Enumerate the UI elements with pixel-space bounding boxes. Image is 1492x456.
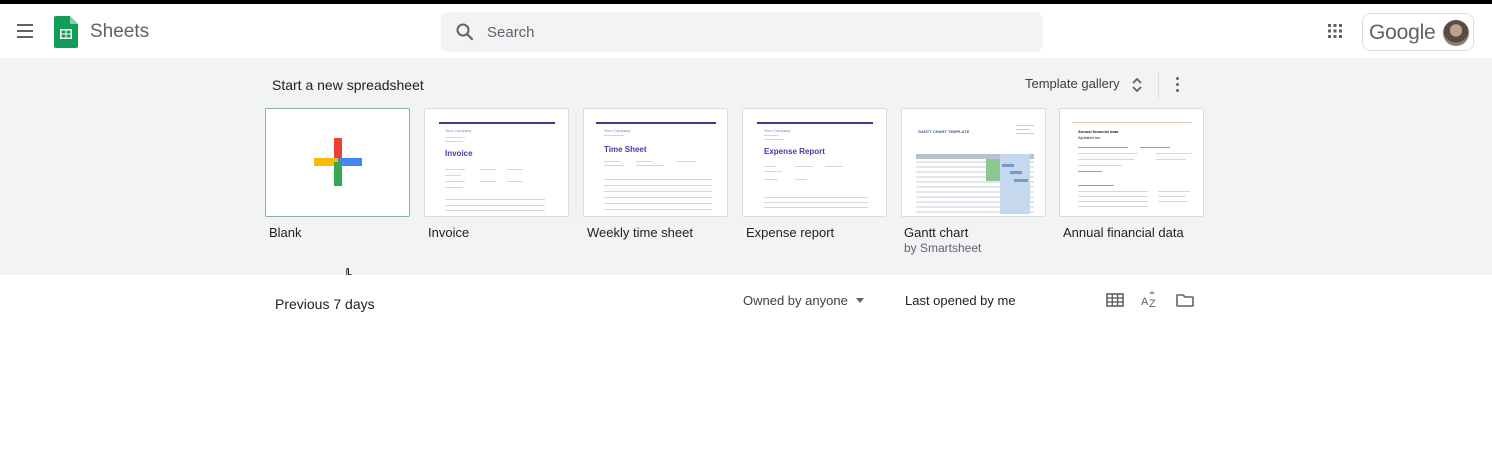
google-account-label: Google bbox=[1369, 21, 1436, 44]
preview-title: Time Sheet bbox=[604, 145, 647, 154]
section-title: Previous 7 days bbox=[275, 296, 375, 312]
template-label[interactable]: Blank bbox=[269, 225, 302, 240]
gantt-preview-icon bbox=[916, 125, 1034, 214]
preview-title: Expense Report bbox=[764, 147, 825, 156]
file-list-header: Previous 7 days Owned by anyone Last ope… bbox=[0, 275, 1492, 331]
template-label[interactable]: Expense report bbox=[746, 225, 834, 240]
preview-company: Your Company bbox=[764, 128, 791, 133]
template-weekly-time-sheet[interactable]: Your Company Time Sheet bbox=[583, 108, 728, 217]
sheets-logo-icon[interactable] bbox=[54, 16, 78, 48]
main-menu-button[interactable] bbox=[14, 20, 38, 42]
preview-title: Invoice bbox=[445, 149, 473, 158]
template-subtitle: by Smartsheet bbox=[904, 241, 982, 255]
apps-grid-icon[interactable] bbox=[1324, 20, 1346, 42]
preview-company: Your Company bbox=[604, 128, 631, 133]
svg-text:Z: Z bbox=[1149, 298, 1156, 310]
chevron-down-icon bbox=[855, 298, 864, 303]
app-title[interactable]: Sheets bbox=[90, 21, 149, 43]
svg-text:A: A bbox=[1141, 296, 1149, 308]
divider bbox=[1158, 72, 1159, 98]
template-gantt-chart[interactable]: GANTT CHART TEMPLATE bbox=[901, 108, 1046, 217]
preview-title: Annual financial data bbox=[1078, 129, 1119, 134]
grid-view-icon[interactable] bbox=[1105, 290, 1125, 310]
search-icon[interactable] bbox=[455, 22, 475, 42]
sort-az-icon[interactable]: A Z bbox=[1140, 290, 1160, 310]
owner-filter-dropdown[interactable]: Owned by anyone bbox=[743, 293, 864, 308]
template-invoice[interactable]: Your Company Invoice bbox=[424, 108, 569, 217]
template-label[interactable]: Weekly time sheet bbox=[587, 225, 693, 240]
template-expense-report[interactable]: Your Company Expense Report bbox=[742, 108, 887, 217]
avatar[interactable] bbox=[1443, 20, 1469, 46]
more-options-icon[interactable] bbox=[1170, 74, 1186, 96]
preview-company: Your Company bbox=[445, 128, 472, 133]
app-header: Sheets Google bbox=[0, 4, 1492, 58]
template-gallery-button[interactable]: Template gallery bbox=[1025, 76, 1120, 91]
template-blank[interactable] bbox=[265, 108, 410, 217]
search-box[interactable] bbox=[441, 12, 1043, 52]
preview-company: Alphabet Inc. bbox=[1078, 135, 1102, 140]
expand-collapse-icon[interactable] bbox=[1130, 75, 1144, 95]
plus-icon bbox=[314, 138, 362, 186]
template-annual-financial-data[interactable]: Annual financial data Alphabet Inc. bbox=[1059, 108, 1204, 217]
account-button[interactable]: Google bbox=[1362, 13, 1474, 51]
template-section: Start a new spreadsheet Template gallery… bbox=[0, 58, 1492, 286]
template-label[interactable]: Invoice bbox=[428, 225, 469, 240]
section-title: Start a new spreadsheet bbox=[272, 77, 424, 93]
template-label[interactable]: Annual financial data bbox=[1063, 225, 1184, 240]
owner-filter-label: Owned by anyone bbox=[743, 293, 848, 308]
folder-icon[interactable] bbox=[1175, 290, 1195, 310]
sort-order-button[interactable]: Last opened by me bbox=[905, 293, 1016, 308]
template-label[interactable]: Gantt chart bbox=[904, 225, 968, 240]
search-input[interactable] bbox=[487, 12, 1027, 52]
